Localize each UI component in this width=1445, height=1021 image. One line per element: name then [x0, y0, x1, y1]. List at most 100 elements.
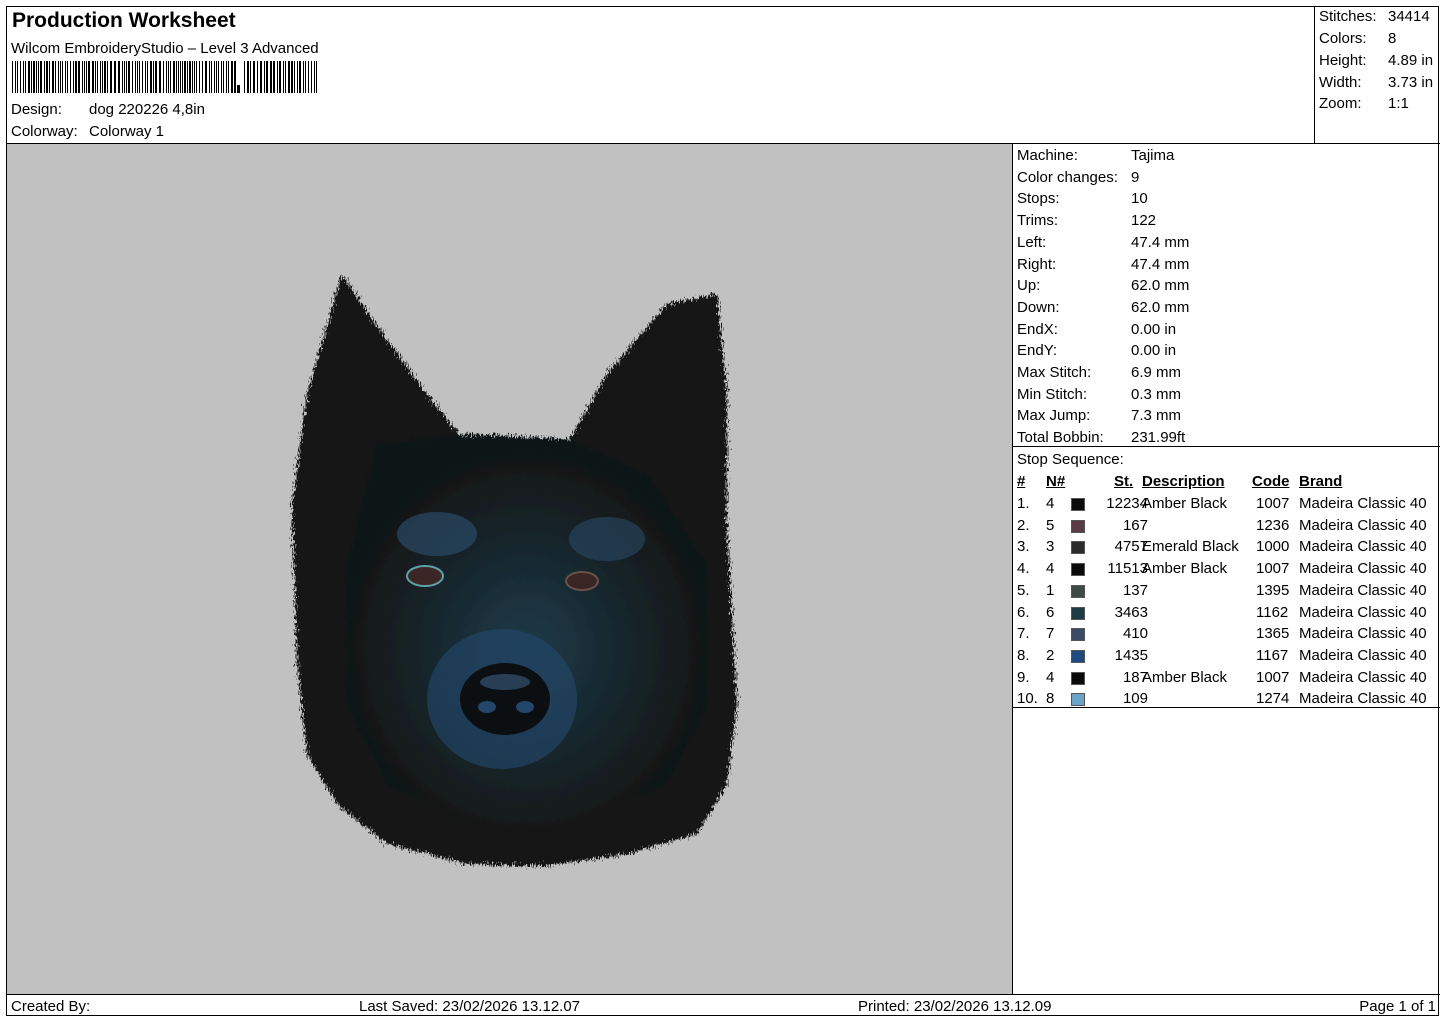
row-stitches: 137 [1122, 581, 1148, 599]
barcode-bar [126, 61, 127, 93]
row-brand: Madeira Classic 40 [1299, 495, 1427, 512]
info-row: Up: 62.0 mm [1017, 277, 1189, 294]
info-label: EndY: [1017, 342, 1058, 360]
barcode-bar [170, 61, 171, 93]
barcode-bar [95, 61, 96, 93]
barcode-bar [214, 61, 215, 93]
worksheet-header: Production Worksheet Wilcom EmbroiderySt… [7, 7, 1440, 144]
row-needle: 8 [1046, 690, 1055, 708]
barcode-bar [182, 61, 183, 93]
printed-date: Printed: 23/02/2026 13.12.09 [858, 998, 1052, 1015]
info-row: Min Stitch: 0.3 mm [1017, 386, 1181, 403]
barcode-bar [12, 61, 13, 93]
row-number: 9. [1017, 668, 1030, 686]
table-row: 9. 4 187 Amber Black 1007 Madeira Classic 40 [1013, 669, 1440, 691]
info-value: 0.3 mm [1131, 385, 1182, 403]
barcode-bar [253, 61, 255, 93]
stop-sequence-title: Stop Sequence: [1017, 451, 1124, 468]
barcode-bar [299, 61, 301, 93]
row-needle: 5 [1046, 516, 1055, 534]
row-brand: Madeira Classic 40 [1299, 646, 1427, 664]
row-brand: Madeira Classic 40 [1299, 625, 1427, 643]
info-row: Right: 47.4 mm [1017, 256, 1189, 273]
row-needle: 2 [1046, 646, 1055, 664]
last-saved: Last Saved: 23/02/2026 13.12.07 [359, 998, 581, 1015]
info-row: Max Jump: 7.3 mm [1017, 407, 1181, 424]
barcode-bar [33, 61, 35, 93]
row-brand: Madeira Classic 40 [1299, 560, 1427, 578]
color-swatch [1071, 693, 1085, 707]
barcode-bar [168, 61, 169, 93]
barcode-bar [150, 61, 152, 93]
info-value: Tajima [1131, 147, 1175, 164]
info-value: 10 [1131, 190, 1148, 208]
worksheet-footer: Created By: Last Saved: 23/02/2026 13.12… [7, 994, 1440, 1017]
info-value: 6.9 mm [1131, 364, 1182, 381]
barcode-bar [84, 61, 85, 93]
info-label: Up: [1017, 277, 1041, 295]
barcode-bar [244, 61, 245, 93]
row-brand: Madeira Classic 40 [1299, 668, 1427, 686]
barcode-bar [62, 61, 63, 93]
barcode-bar [70, 61, 71, 93]
barcode-bar [196, 61, 197, 93]
row-needle: 7 [1046, 625, 1055, 643]
barcode-bar [75, 61, 77, 93]
barcode-bar [20, 61, 21, 93]
color-swatch [1071, 519, 1085, 533]
barcode-bar [178, 61, 179, 93]
info-label: Min Stitch: [1017, 385, 1088, 403]
barcode-bar [273, 61, 275, 93]
barcode-bar [250, 61, 251, 93]
barcode-bar [36, 61, 37, 93]
barcode-bar [305, 61, 306, 93]
barcode-bar [107, 61, 108, 93]
barcode-bar [25, 61, 26, 93]
table-row: 1. 4 12234 Amber Black 1007 Madeira Classic 4… [1013, 495, 1440, 517]
barcode-bar [153, 61, 154, 93]
barcode-bar [135, 61, 136, 93]
row-needle: 1 [1046, 581, 1055, 599]
barcode-bar [264, 61, 265, 93]
barcode-bar [97, 61, 98, 93]
row-description: Amber Black [1142, 668, 1228, 686]
barcode-bar [110, 61, 112, 93]
row-number: 3. [1017, 538, 1030, 556]
stat-colors: Colors: 8 [1319, 30, 1397, 47]
barcode-bar [15, 61, 16, 93]
barcode-bar [67, 61, 68, 93]
barcode-bar [316, 61, 317, 93]
barcode-bar [145, 61, 146, 93]
barcode-bar [311, 61, 312, 93]
color-swatch [1071, 584, 1085, 598]
barcode-bar [128, 61, 130, 93]
barcode-bar [118, 61, 120, 93]
barcode-bar [166, 61, 167, 93]
info-row: EndX: 0.00 in [1017, 321, 1176, 338]
barcode-bar [297, 61, 298, 93]
info-value: 9 [1131, 168, 1140, 186]
info-label: Left: [1017, 233, 1047, 251]
barcode-bar [124, 61, 125, 93]
info-value: 7.3 mm [1131, 407, 1182, 425]
barcode-separator [237, 85, 240, 93]
barcode-bar [288, 61, 290, 93]
color-swatch [1071, 628, 1085, 642]
info-value: 62.0 mm [1131, 277, 1190, 295]
barcode-bar [114, 61, 116, 93]
barcode-bar [303, 61, 304, 93]
barcode-bar [314, 61, 315, 93]
row-brand: Madeira Classic 40 [1299, 603, 1427, 621]
info-row: EndY: 0.00 in [1017, 342, 1176, 359]
barcode-bar [104, 61, 106, 93]
barcode-bar [209, 61, 210, 93]
design-label: Design: [11, 101, 62, 118]
info-label: Right: [1017, 255, 1057, 273]
row-stitches: 410 [1122, 625, 1148, 643]
stat-zoom: Zoom: 1:1 [1319, 95, 1409, 112]
col-header-brand: Brand [1299, 473, 1343, 490]
barcode-bar [216, 61, 217, 93]
table-row: 3. 3 4757 Emerald Black 1000 Madeira Classic … [1013, 538, 1440, 560]
colorway-value: Colorway 1 [89, 123, 165, 140]
barcode-bar [184, 61, 186, 93]
